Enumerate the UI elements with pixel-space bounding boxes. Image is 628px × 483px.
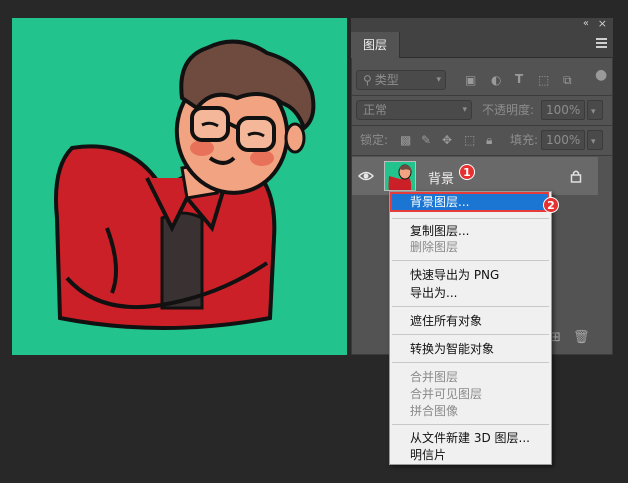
- menu-separator: [392, 362, 549, 363]
- filter-kind-label: 类型: [374, 73, 399, 87]
- divider: [352, 155, 612, 156]
- document-canvas[interactable]: [12, 18, 347, 355]
- chevron-down-icon: ▾: [591, 137, 596, 147]
- menu-item-merge-layers[interactable]: 合并图层: [410, 369, 458, 385]
- layer-thumbnail-image: [385, 162, 415, 190]
- menu-separator: [392, 260, 549, 261]
- lock-artboard-icon[interactable]: ⬚: [464, 133, 475, 147]
- collapse-icon[interactable]: «: [583, 18, 589, 29]
- close-icon[interactable]: ×: [598, 17, 607, 30]
- menu-item-merge-visible[interactable]: 合并可见图层: [410, 386, 482, 402]
- trash-icon[interactable]: 🗑︎: [573, 330, 590, 345]
- menu-item-flatten-image[interactable]: 拼合图像: [410, 403, 458, 419]
- blend-mode-dropdown[interactable]: 正常 ▾: [356, 100, 472, 120]
- type-filter-icon[interactable]: T: [515, 72, 523, 86]
- lock-all-icon[interactable]: 🔒︎: [486, 133, 492, 147]
- chevron-down-icon: ▾: [436, 75, 441, 85]
- lock-icon[interactable]: [570, 169, 582, 183]
- panel-title-bar: « ×: [351, 17, 613, 32]
- lock-paint-icon[interactable]: ✎: [421, 133, 431, 147]
- menu-separator: [392, 218, 549, 219]
- illustration-man-with-glasses: [54, 39, 316, 330]
- menu-item-background-layer[interactable]: 背景图层...: [390, 192, 549, 212]
- menu-item-convert-to-smart-object[interactable]: 转换为智能对象: [410, 341, 494, 357]
- divider: [352, 125, 612, 126]
- panel-tab-bar: 图层: [351, 32, 613, 58]
- filter-toggle-icon[interactable]: ●: [595, 68, 607, 82]
- layer-thumbnail: [384, 161, 416, 191]
- menu-item-new-3d-layer-from-file[interactable]: 从文件新建 3D 图层...: [410, 430, 530, 446]
- shape-filter-icon[interactable]: ⬚: [538, 73, 549, 87]
- menu-separator: [392, 306, 549, 307]
- search-icon: ⚲: [363, 73, 372, 87]
- opacity-input[interactable]: 100%: [541, 100, 585, 120]
- layer-name[interactable]: 背景: [428, 168, 454, 187]
- menu-item-label: 背景图层...: [410, 195, 470, 209]
- step-badge-1: 1: [459, 164, 475, 180]
- menu-item-mask-all-objects[interactable]: 遮住所有对象: [410, 313, 482, 329]
- menu-item-export-as[interactable]: 导出为...: [410, 285, 457, 301]
- menu-separator: [392, 424, 549, 425]
- fill-input[interactable]: 100%: [541, 130, 585, 150]
- lock-transparent-icon[interactable]: ▩: [400, 133, 411, 147]
- step-badge-2: 2: [543, 197, 559, 213]
- menu-item-quick-export-png[interactable]: 快速导出为 PNG: [410, 267, 499, 283]
- filter-kind-dropdown[interactable]: ⚲ 类型 ▾: [356, 70, 446, 90]
- menu-item-postcard[interactable]: 明信片: [410, 447, 446, 463]
- menu-item-duplicate-layer[interactable]: 复制图层...: [410, 223, 469, 239]
- lock-position-icon[interactable]: ✥: [442, 133, 452, 147]
- fill-dropdown-button[interactable]: ▾: [587, 130, 603, 150]
- panel-menu-icon[interactable]: [596, 38, 607, 48]
- layer-context-menu: 背景图层... 复制图层... 删除图层 快速导出为 PNG 导出为... 遮住…: [389, 191, 552, 465]
- blend-mode-label: 正常: [363, 103, 388, 117]
- opacity-label: 不透明度:: [482, 103, 535, 117]
- menu-item-delete-layer[interactable]: 删除图层: [410, 239, 458, 255]
- eye-icon[interactable]: [358, 170, 374, 182]
- lock-label: 锁定:: [360, 133, 389, 147]
- tab-layers[interactable]: 图层: [351, 32, 400, 58]
- pixel-filter-icon[interactable]: ▣: [465, 73, 476, 87]
- fill-label: 填充:: [510, 133, 539, 147]
- adjustment-filter-icon[interactable]: ◐: [491, 73, 501, 87]
- smart-object-filter-icon[interactable]: ⧉: [563, 73, 572, 87]
- menu-separator: [392, 334, 549, 335]
- chevron-down-icon: ▾: [462, 105, 467, 115]
- layer-row-background[interactable]: 背景: [352, 157, 598, 195]
- opacity-dropdown-button[interactable]: ▾: [587, 100, 603, 120]
- chevron-down-icon: ▾: [591, 107, 596, 117]
- divider: [352, 95, 612, 96]
